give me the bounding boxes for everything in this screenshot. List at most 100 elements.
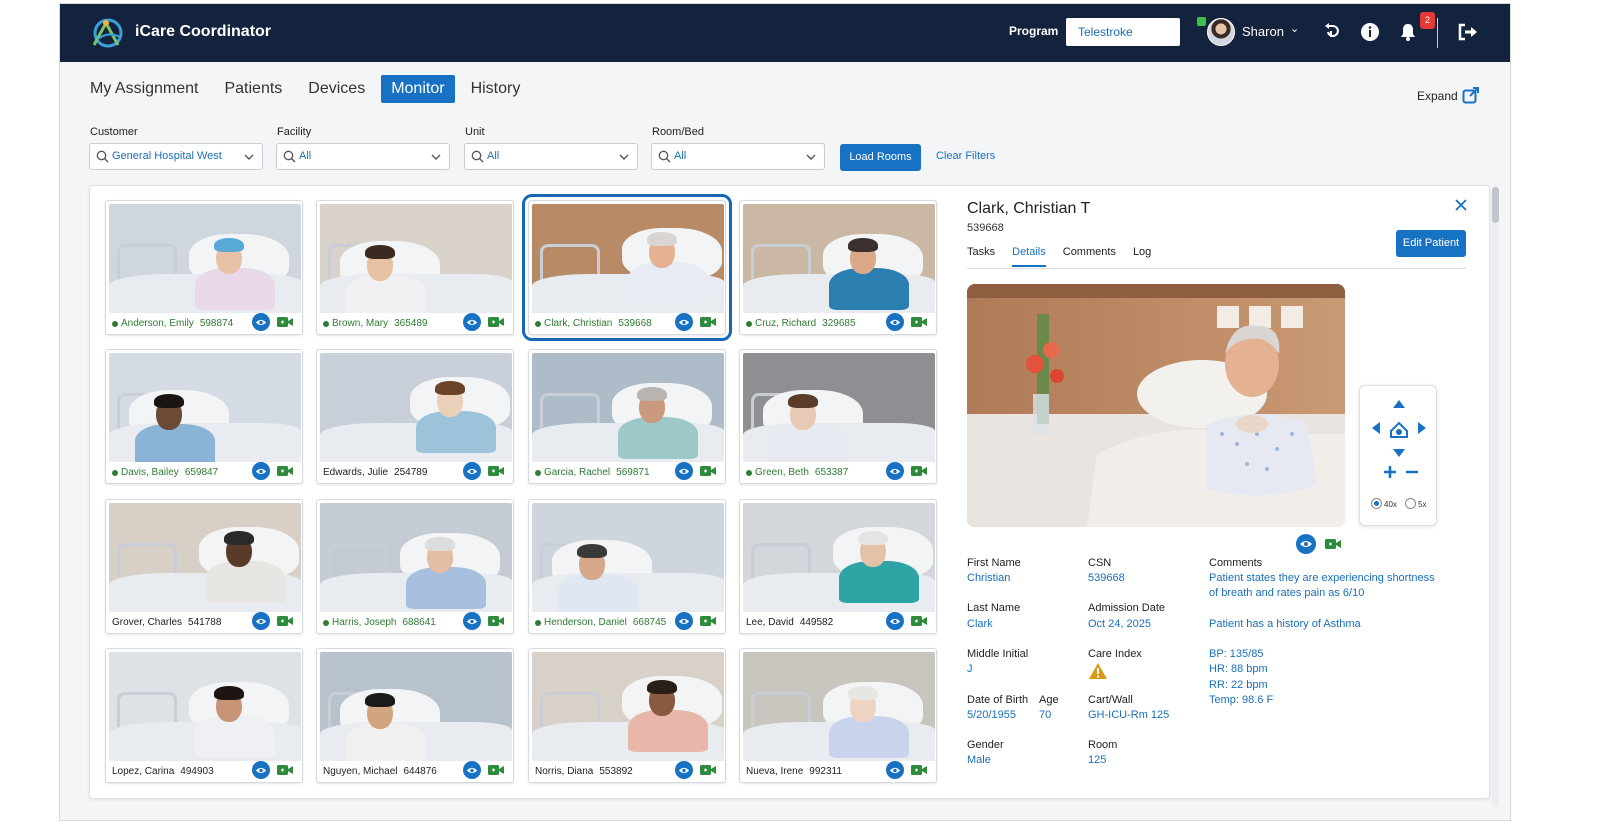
scrollbar[interactable] <box>1492 185 1499 807</box>
video-camera-icon[interactable] <box>910 464 928 478</box>
patient-video-thumbnail <box>743 204 935 313</box>
tab-tasks[interactable]: Tasks <box>967 246 995 267</box>
pan-down-icon[interactable] <box>1393 449 1405 457</box>
scrollbar-thumb[interactable] <box>1492 187 1499 223</box>
video-camera-icon[interactable] <box>699 464 717 478</box>
chevron-down-icon[interactable]: ⌄ <box>1290 22 1299 35</box>
view-eye-icon[interactable] <box>675 761 693 779</box>
patient-video-thumbnail <box>532 652 724 761</box>
zoom-in-icon[interactable] <box>1384 466 1396 478</box>
video-camera-icon[interactable] <box>699 763 717 777</box>
video-tile[interactable]: Clark, Christian 539668 <box>522 194 732 341</box>
video-tile[interactable]: Henderson, Daniel 668745 <box>528 499 726 634</box>
pan-left-icon[interactable] <box>1372 422 1380 434</box>
tab-comments[interactable]: Comments <box>1063 246 1116 267</box>
view-eye-icon[interactable] <box>886 462 904 480</box>
video-tile[interactable]: Garcia, Rachel 569871 <box>528 349 726 484</box>
zoom-40x-radio[interactable] <box>1371 498 1382 509</box>
video-tile[interactable]: Lee, David 449582 <box>739 499 937 634</box>
tab-details[interactable]: Details <box>1012 246 1046 267</box>
tile-caption: Davis, Bailey 659847 <box>112 467 218 478</box>
patient-video-thumbnail <box>320 353 512 462</box>
facility-select[interactable]: All <box>276 143 450 170</box>
view-eye-icon[interactable] <box>886 761 904 779</box>
customer-select[interactable]: General Hospital West <box>89 143 263 170</box>
patient-video-thumbnail <box>320 503 512 612</box>
view-eye-icon[interactable] <box>252 761 270 779</box>
video-camera-icon[interactable] <box>1324 537 1342 551</box>
tile-caption: Garcia, Rachel 569871 <box>535 467 650 478</box>
video-camera-icon[interactable] <box>276 763 294 777</box>
tab-patients[interactable]: Patients <box>214 75 292 103</box>
view-eye-icon[interactable] <box>252 612 270 630</box>
view-eye-icon[interactable] <box>463 462 481 480</box>
video-tile[interactable]: Nguyen, Michael 644876 <box>316 648 514 783</box>
tab-log[interactable]: Log <box>1133 246 1151 267</box>
video-tile[interactable]: Norris, Diana 553892 <box>528 648 726 783</box>
program-label: Program <box>1009 24 1059 38</box>
live-video-feed[interactable] <box>967 284 1345 527</box>
view-eye-icon[interactable] <box>675 462 693 480</box>
video-tile[interactable]: Cruz, Richard 329685 <box>739 200 937 335</box>
room-bed-select[interactable]: All <box>651 143 825 170</box>
video-camera-icon[interactable] <box>910 315 928 329</box>
video-camera-icon[interactable] <box>487 763 505 777</box>
video-tile[interactable]: Lopez, Carina 494903 <box>105 648 303 783</box>
video-camera-icon[interactable] <box>910 763 928 777</box>
view-eye-icon[interactable] <box>463 761 481 779</box>
external-link-icon[interactable] <box>1462 86 1480 104</box>
view-eye-icon[interactable] <box>886 313 904 331</box>
room-bed-select-value: All <box>674 150 687 162</box>
video-tile[interactable]: Harris, Joseph 688641 <box>316 499 514 634</box>
video-tile[interactable]: Davis, Bailey 659847 <box>105 349 303 484</box>
video-camera-icon[interactable] <box>487 315 505 329</box>
view-eye-icon[interactable] <box>252 313 270 331</box>
video-tile[interactable]: Nueva, Irene 992311 <box>739 648 937 783</box>
tab-my-assignment[interactable]: My Assignment <box>80 75 208 103</box>
search-icon <box>471 150 484 163</box>
logout-icon[interactable] <box>1456 20 1480 44</box>
refresh-icon[interactable] <box>1320 20 1344 44</box>
clear-filters-button[interactable]: Clear Filters <box>936 150 995 162</box>
video-camera-icon[interactable] <box>276 315 294 329</box>
view-eye-icon[interactable] <box>463 612 481 630</box>
video-tile[interactable]: Green, Beth 653387 <box>739 349 937 484</box>
tile-patient-id: 598874 <box>199 318 234 329</box>
patient-video-thumbnail <box>109 652 301 761</box>
user-menu[interactable]: Sharon <box>1242 24 1284 39</box>
video-camera-icon[interactable] <box>699 614 717 628</box>
view-eye-icon[interactable] <box>675 313 693 331</box>
video-camera-icon[interactable] <box>276 464 294 478</box>
view-eye-icon[interactable] <box>886 612 904 630</box>
close-icon[interactable] <box>1453 197 1469 213</box>
info-icon[interactable] <box>1358 20 1382 44</box>
video-camera-icon[interactable] <box>487 614 505 628</box>
zoom-5x-radio[interactable] <box>1405 498 1416 509</box>
video-tile[interactable]: Grover, Charles 541788 <box>105 499 303 634</box>
video-camera-icon[interactable] <box>487 464 505 478</box>
video-tile[interactable]: Anderson, Emily 598874 <box>105 200 303 335</box>
tile-patient-id: 653387 <box>814 467 849 478</box>
video-camera-icon[interactable] <box>276 614 294 628</box>
pan-right-icon[interactable] <box>1418 422 1426 434</box>
tab-history[interactable]: History <box>461 75 531 103</box>
bell-icon[interactable] <box>1396 20 1420 44</box>
view-eye-icon[interactable] <box>675 612 693 630</box>
view-eye-icon[interactable] <box>252 462 270 480</box>
video-tile[interactable]: Brown, Mary 365489 <box>316 200 514 335</box>
avatar[interactable] <box>1207 18 1235 46</box>
pan-up-icon[interactable] <box>1393 400 1405 408</box>
tab-devices[interactable]: Devices <box>298 75 375 103</box>
view-eye-icon[interactable] <box>1296 534 1316 554</box>
unit-select[interactable]: All <box>464 143 638 170</box>
program-field[interactable]: Telestroke <box>1066 18 1180 46</box>
video-camera-icon[interactable] <box>910 614 928 628</box>
tab-monitor[interactable]: Monitor <box>381 75 455 103</box>
video-camera-icon[interactable] <box>699 315 717 329</box>
video-tile[interactable]: Edwards, Julie 254789 <box>316 349 514 484</box>
expand-link[interactable]: Expand <box>1417 89 1458 103</box>
view-eye-icon[interactable] <box>463 313 481 331</box>
load-rooms-button[interactable]: Load Rooms <box>840 144 921 171</box>
live-status-icon <box>535 469 541 476</box>
edit-patient-button[interactable]: Edit Patient <box>1396 230 1466 257</box>
